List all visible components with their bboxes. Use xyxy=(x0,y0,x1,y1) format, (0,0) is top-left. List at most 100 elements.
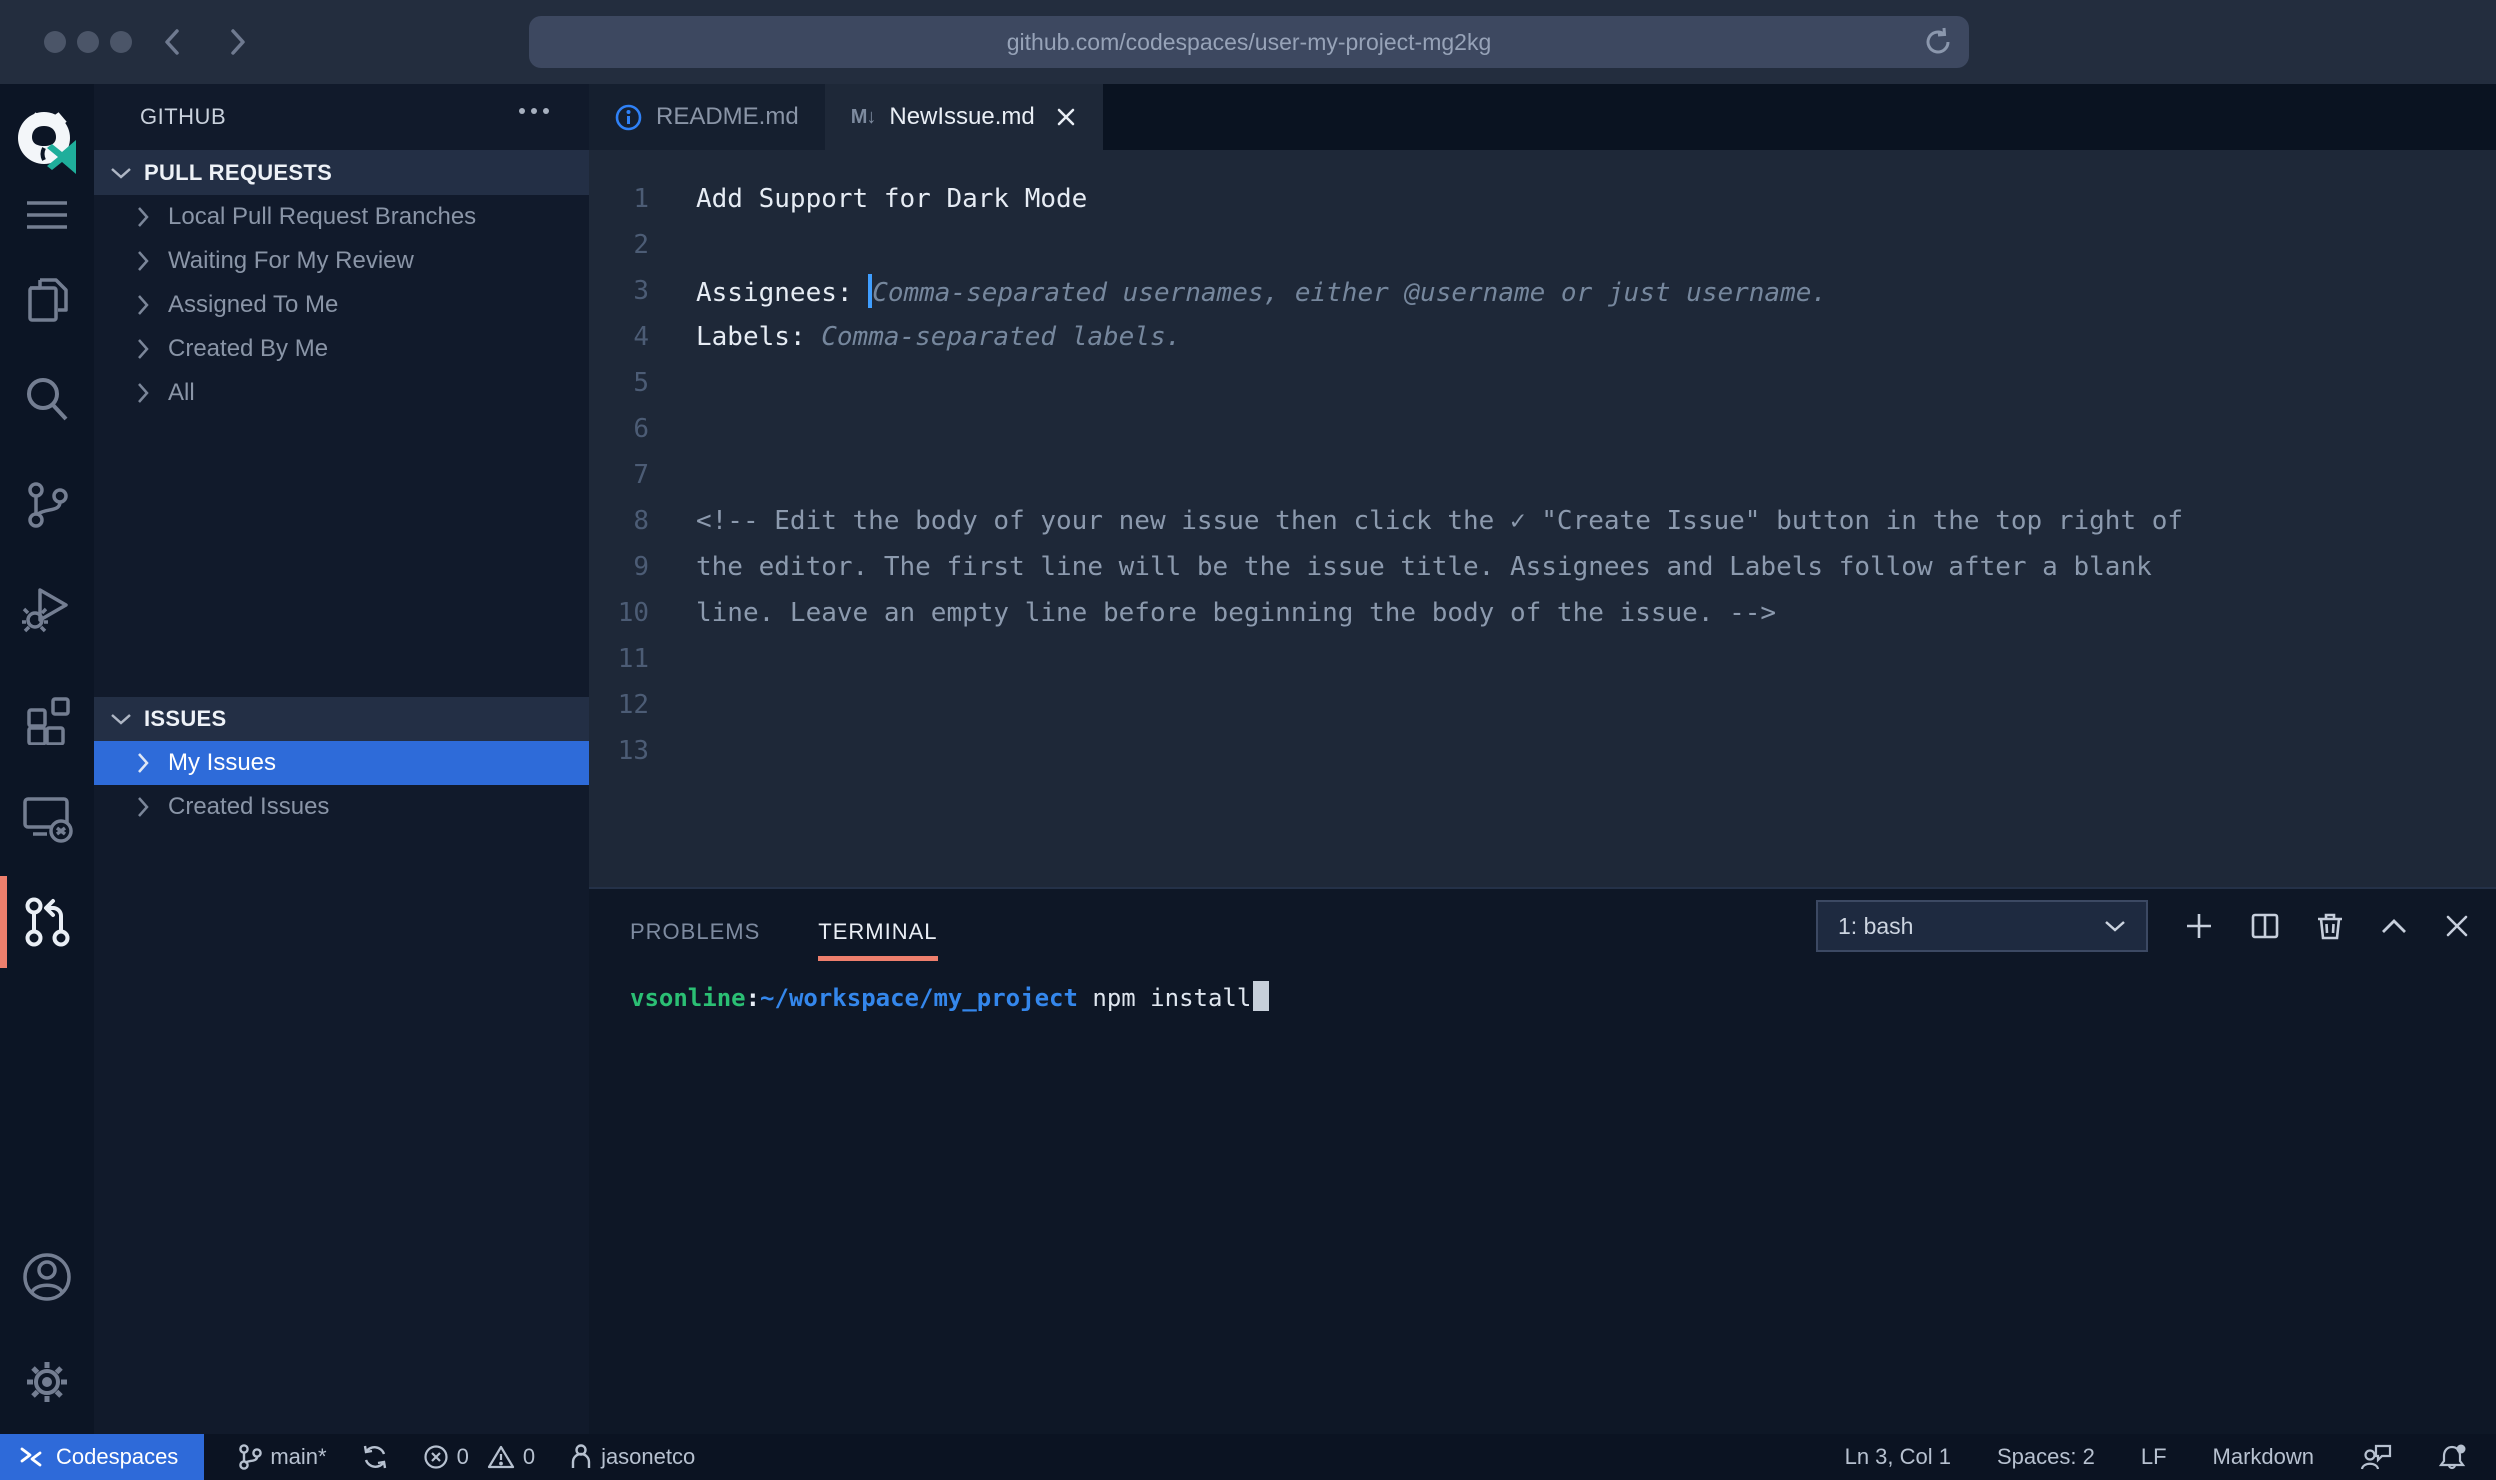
git-branch-icon xyxy=(238,1443,262,1471)
terminal-command: npm install xyxy=(1078,984,1251,1012)
shell-select-value: 1: bash xyxy=(1838,913,1913,940)
tree-item-label: Assigned To Me xyxy=(168,291,338,319)
markdown-icon: M↓ xyxy=(851,106,876,129)
window-minimize-button[interactable] xyxy=(77,31,99,53)
commit-author-status[interactable]: jasonetco xyxy=(569,1443,695,1471)
editor-line-10[interactable]: 10line. Leave an empty line before begin… xyxy=(589,590,2496,636)
kill-terminal-icon[interactable] xyxy=(2316,911,2344,941)
section-pull-requests[interactable]: PULL REQUESTS xyxy=(94,150,589,195)
tree-item-label: Created Issues xyxy=(168,793,329,821)
tab-terminal[interactable]: TERMINAL xyxy=(818,919,937,961)
tree-item-label: Local Pull Request Branches xyxy=(168,203,476,231)
editor-line-1[interactable]: 1Add Support for Dark Mode xyxy=(589,176,2496,222)
chevron-right-icon xyxy=(136,206,150,228)
chevron-right-icon xyxy=(136,250,150,272)
chevron-right-icon xyxy=(136,294,150,316)
problems-status[interactable]: 0 0 xyxy=(423,1444,536,1470)
code-text: line. Leave an empty line before beginni… xyxy=(649,598,1776,628)
line-number: 8 xyxy=(589,506,649,536)
more-actions-icon[interactable] xyxy=(517,106,551,116)
tab-readme[interactable]: README.md xyxy=(589,84,825,150)
browser-back-icon[interactable] xyxy=(160,27,186,57)
tree-item-label: All xyxy=(168,379,195,407)
editor-line-12[interactable]: 12 xyxy=(589,682,2496,728)
section-issues[interactable]: ISSUES xyxy=(94,697,589,741)
chevron-down-icon xyxy=(110,166,132,180)
window-close-button[interactable] xyxy=(44,31,66,53)
language-mode-status[interactable]: Markdown xyxy=(2213,1444,2314,1470)
window-zoom-button[interactable] xyxy=(110,31,132,53)
branch-label: main* xyxy=(270,1444,326,1470)
tree-item-assigned-to-me[interactable]: Assigned To Me xyxy=(94,283,589,327)
notifications-bell-icon[interactable] xyxy=(2438,1442,2468,1472)
maximize-panel-icon[interactable] xyxy=(2380,917,2408,935)
warning-count: 0 xyxy=(523,1444,535,1470)
tab-newissue[interactable]: M↓ NewIssue.md xyxy=(825,84,1103,150)
run-debug-icon[interactable] xyxy=(0,561,94,653)
tree-item-all[interactable]: All xyxy=(94,371,589,415)
tab-label: NewIssue.md xyxy=(889,103,1034,131)
editor-line-3[interactable]: 3Assignees: Comma-separated usernames, e… xyxy=(589,268,2496,314)
line-number: 13 xyxy=(589,736,649,766)
tree-item-created-by-me[interactable]: Created By Me xyxy=(94,327,589,371)
close-panel-icon[interactable] xyxy=(2444,913,2470,939)
remote-explorer-icon[interactable] xyxy=(0,772,94,864)
editor-line-7[interactable]: 7 xyxy=(589,452,2496,498)
eol-status[interactable]: LF xyxy=(2141,1444,2167,1470)
tree-item-label: Created By Me xyxy=(168,335,328,363)
browser-forward-icon[interactable] xyxy=(224,27,250,57)
sync-status[interactable] xyxy=(361,1443,389,1471)
cursor-position-status[interactable]: Ln 3, Col 1 xyxy=(1845,1444,1951,1470)
chevron-right-icon xyxy=(136,796,150,818)
editor-line-6[interactable]: 6 xyxy=(589,406,2496,452)
account-icon[interactable] xyxy=(0,1231,94,1323)
terminal-prompt-line[interactable]: vsonline:~/workspace/my_project npm inst… xyxy=(630,981,2496,1012)
code-text: the editor. The first line will be the i… xyxy=(649,552,2152,582)
close-icon[interactable] xyxy=(1055,106,1077,128)
feedback-icon[interactable] xyxy=(2360,1442,2392,1472)
source-control-icon[interactable] xyxy=(0,459,94,551)
tree-item-label: My Issues xyxy=(168,749,276,777)
editor-tab-bar: README.md M↓ NewIssue.md xyxy=(589,84,2496,150)
remote-indicator[interactable]: Codespaces xyxy=(0,1434,204,1480)
tree-item-local-pull-request-branches[interactable]: Local Pull Request Branches xyxy=(94,195,589,239)
window-controls xyxy=(44,31,132,53)
editor-line-4[interactable]: 4Labels: Comma-separated labels. xyxy=(589,314,2496,360)
tree-item-created-issues[interactable]: Created Issues xyxy=(94,785,589,829)
explorer-icon[interactable] xyxy=(0,254,94,346)
section-label: PULL REQUESTS xyxy=(144,160,332,186)
git-branch-status[interactable]: main* xyxy=(238,1443,326,1471)
tree-item-waiting-for-my-review[interactable]: Waiting For My Review xyxy=(94,239,589,283)
new-terminal-icon[interactable] xyxy=(2184,911,2214,941)
extensions-icon[interactable] xyxy=(0,672,94,764)
tree-item-my-issues[interactable]: My Issues xyxy=(94,741,589,785)
url-text: github.com/codespaces/user-my-project-mg… xyxy=(1007,29,1491,56)
code-text: Labels: Comma-separated labels. xyxy=(649,322,1181,352)
chevron-down-icon xyxy=(110,712,132,726)
search-icon[interactable] xyxy=(0,354,94,446)
menu-icon[interactable] xyxy=(0,169,94,261)
line-number: 12 xyxy=(589,690,649,720)
person-icon xyxy=(569,1443,593,1471)
editor[interactable]: 1Add Support for Dark Mode23Assignees: C… xyxy=(589,150,2496,887)
activity-bar xyxy=(0,84,94,1434)
github-pull-requests-icon[interactable] xyxy=(0,876,94,968)
chevron-right-icon xyxy=(136,752,150,774)
split-terminal-icon[interactable] xyxy=(2250,911,2280,941)
line-number: 11 xyxy=(589,644,649,674)
editor-line-5[interactable]: 5 xyxy=(589,360,2496,406)
indentation-status[interactable]: Spaces: 2 xyxy=(1997,1444,2095,1470)
settings-gear-icon[interactable] xyxy=(0,1336,94,1428)
terminal-shell-select[interactable]: 1: bash xyxy=(1816,900,2148,952)
editor-line-2[interactable]: 2 xyxy=(589,222,2496,268)
tab-label: README.md xyxy=(656,103,799,131)
editor-line-13[interactable]: 13 xyxy=(589,728,2496,774)
line-number: 10 xyxy=(589,598,649,628)
bottom-panel: PROBLEMS TERMINAL 1: bash xyxy=(589,887,2496,1434)
editor-line-8[interactable]: 8<!-- Edit the body of your new issue th… xyxy=(589,498,2496,544)
reload-icon[interactable] xyxy=(1923,27,1953,57)
tab-problems[interactable]: PROBLEMS xyxy=(630,919,760,961)
editor-line-11[interactable]: 11 xyxy=(589,636,2496,682)
editor-line-9[interactable]: 9the editor. The first line will be the … xyxy=(589,544,2496,590)
address-bar[interactable]: github.com/codespaces/user-my-project-mg… xyxy=(529,16,1969,68)
